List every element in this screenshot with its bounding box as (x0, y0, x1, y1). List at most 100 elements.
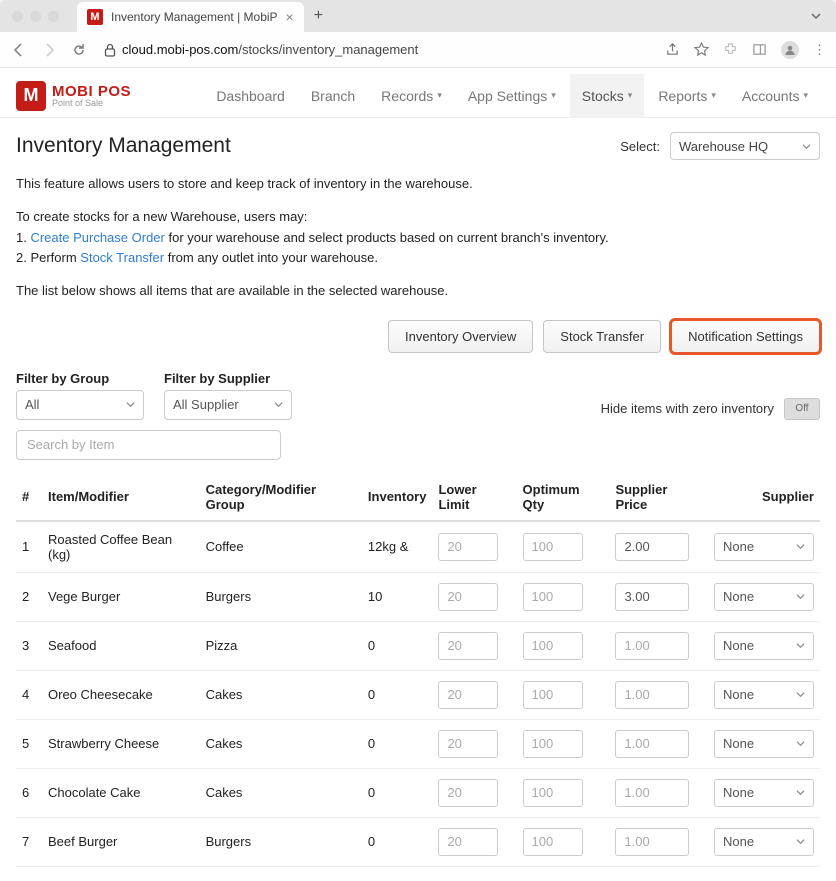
th-item: Item/Modifier (42, 474, 200, 521)
supplier-value: None (723, 638, 754, 653)
notification-settings-button[interactable]: Notification Settings (671, 320, 820, 353)
filter-supplier-label: Filter by Supplier (164, 371, 292, 386)
supplier-select[interactable]: None (714, 583, 814, 611)
window-max-icon[interactable] (48, 11, 59, 22)
page-title: Inventory Management (16, 134, 231, 158)
warehouse-select[interactable]: Warehouse HQ (670, 132, 820, 160)
supplier-select[interactable]: None (714, 533, 814, 561)
lower-limit-input[interactable] (438, 779, 498, 807)
cell-inventory: 0 (362, 621, 433, 670)
app-header: M MOBI POS Point of Sale Dashboard Branch… (0, 68, 836, 118)
menu-icon[interactable]: ⋮ (813, 42, 826, 58)
tab-close-icon[interactable]: × (286, 9, 294, 25)
supplier-price-input[interactable] (615, 730, 689, 758)
cell-inventory: 12kg & (362, 521, 433, 573)
bookmark-icon[interactable] (694, 42, 709, 57)
nav-item-app-settings[interactable]: App Settings▾ (456, 74, 568, 118)
th-num: # (16, 474, 42, 521)
th-supplier: Supplier (708, 474, 820, 521)
cell-item: Roasted Coffee Bean (kg) (42, 521, 200, 573)
supplier-price-input[interactable] (615, 828, 689, 856)
nav-forward-button[interactable] (40, 41, 58, 59)
panel-icon[interactable] (752, 42, 767, 57)
cell-category: Burgers (200, 572, 362, 621)
page-description: This feature allows users to store and k… (16, 174, 820, 302)
optimum-qty-input[interactable] (523, 632, 583, 660)
app-logo[interactable]: M MOBI POS Point of Sale (16, 81, 131, 111)
lower-limit-input[interactable] (438, 681, 498, 709)
cell-inventory: 0 (362, 817, 433, 866)
supplier-value: None (723, 687, 754, 702)
logo-mark-icon: M (16, 81, 46, 111)
browser-tab[interactable]: M Inventory Management | MobiP × (77, 2, 304, 32)
search-input[interactable] (16, 430, 281, 460)
url-display[interactable]: cloud.mobi-pos.com/stocks/inventory_mana… (100, 42, 653, 57)
lower-limit-input[interactable] (438, 583, 498, 611)
supplier-select[interactable]: None (714, 632, 814, 660)
nav-back-button[interactable] (10, 41, 28, 59)
supplier-value: None (723, 785, 754, 800)
nav-item-stocks[interactable]: Stocks▾ (570, 74, 645, 118)
supplier-price-input[interactable] (615, 681, 689, 709)
cell-item: Beef Burger (42, 817, 200, 866)
nav-item-reports[interactable]: Reports▾ (646, 74, 728, 118)
nav-item-accounts[interactable]: Accounts▾ (730, 74, 820, 118)
nav-item-branch[interactable]: Branch (299, 74, 367, 118)
optimum-qty-input[interactable] (523, 681, 583, 709)
logo-text-top: MOBI POS (52, 84, 131, 99)
filter-group-select[interactable]: All (16, 390, 144, 420)
warehouse-select-label: Select: (620, 139, 660, 154)
inventory-overview-button[interactable]: Inventory Overview (388, 320, 533, 353)
optimum-qty-input[interactable] (523, 828, 583, 856)
filter-supplier-select[interactable]: All Supplier (164, 390, 292, 420)
new-tab-button[interactable]: + (314, 7, 323, 25)
nav-item-label: Accounts (742, 88, 800, 104)
supplier-value: None (723, 834, 754, 849)
supplier-select[interactable]: None (714, 828, 814, 856)
nav-item-label: Dashboard (216, 88, 285, 104)
supplier-select[interactable]: None (714, 681, 814, 709)
cell-num: 2 (16, 572, 42, 621)
supplier-select[interactable]: None (714, 779, 814, 807)
supplier-price-input[interactable] (615, 632, 689, 660)
window-min-icon[interactable] (30, 11, 41, 22)
optimum-qty-input[interactable] (523, 779, 583, 807)
filter-group-label: Filter by Group (16, 371, 144, 386)
th-category: Category/Modifier Group (200, 474, 362, 521)
create-po-link[interactable]: Create Purchase Order (30, 230, 164, 245)
optimum-qty-input[interactable] (523, 533, 583, 561)
tab-title: Inventory Management | MobiP (111, 10, 278, 24)
share-icon[interactable] (665, 42, 680, 57)
reload-button[interactable] (70, 41, 88, 59)
cell-category: Cakes (200, 768, 362, 817)
optimum-qty-input[interactable] (523, 730, 583, 758)
tab-overflow-icon[interactable] (810, 10, 828, 22)
lower-limit-input[interactable] (438, 632, 498, 660)
supplier-price-input[interactable] (615, 779, 689, 807)
howto-2-pre: 2. Perform (16, 250, 80, 265)
nav-item-records[interactable]: Records▾ (369, 74, 454, 118)
lower-limit-input[interactable] (438, 828, 498, 856)
lower-limit-input[interactable] (438, 730, 498, 758)
cell-inventory: 0 (362, 670, 433, 719)
summary-text: The list below shows all items that are … (16, 281, 820, 302)
stock-transfer-link[interactable]: Stock Transfer (80, 250, 164, 265)
cell-inventory: 0 (362, 768, 433, 817)
window-close-icon[interactable] (12, 11, 23, 22)
chevron-down-icon (796, 788, 805, 797)
supplier-price-input[interactable] (615, 583, 689, 611)
table-row: 2 Vege Burger Burgers 10 None (16, 572, 820, 621)
lower-limit-input[interactable] (438, 533, 498, 561)
chevron-down-icon (796, 690, 805, 699)
supplier-price-input[interactable] (615, 533, 689, 561)
hide-zero-toggle[interactable]: Off (784, 398, 820, 420)
extensions-icon[interactable] (723, 42, 738, 57)
stock-transfer-button[interactable]: Stock Transfer (543, 320, 661, 353)
supplier-select[interactable]: None (714, 730, 814, 758)
table-row: 4 Oreo Cheesecake Cakes 0 None (16, 670, 820, 719)
nav-item-dashboard[interactable]: Dashboard (204, 74, 297, 118)
chevron-down-icon (802, 142, 811, 151)
optimum-qty-input[interactable] (523, 583, 583, 611)
nav-item-label: Records (381, 88, 433, 104)
profile-avatar-icon[interactable] (781, 41, 799, 59)
